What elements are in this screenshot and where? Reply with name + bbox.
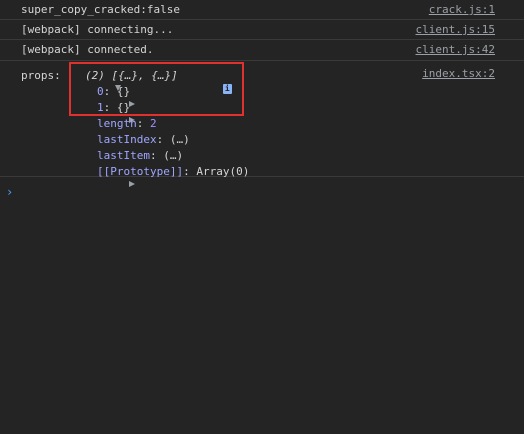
console-message-text: [webpack] connecting... [21, 23, 174, 36]
source-link[interactable]: client.js:15 [416, 23, 495, 36]
item-key: 1 [97, 101, 104, 114]
console-prompt-icon[interactable]: › [6, 185, 13, 199]
console-message-row: super_copy_cracked:false crack.js:1 [0, 0, 524, 20]
console-message-text: [webpack] connected. [21, 43, 154, 56]
source-link[interactable]: crack.js:1 [429, 3, 495, 16]
array-item[interactable]: 0: {} [97, 85, 130, 98]
array-item[interactable]: 1: {} [97, 101, 130, 114]
length-property: length: 2 [97, 117, 157, 130]
item-value: {} [116, 85, 131, 98]
prototype-property[interactable]: [[Prototype]]: Array(0) [97, 165, 249, 178]
console-panel: super_copy_cracked:false crack.js:1 [web… [0, 0, 524, 199]
last-item-property[interactable]: lastItem: (…) [97, 149, 183, 162]
collapsed-triangle-icon [128, 181, 135, 187]
item-value: {} [116, 101, 131, 114]
array-summary[interactable]: (2) [{…}, {…}] [85, 69, 178, 82]
last-index-property[interactable]: lastIndex: (…) [97, 133, 190, 146]
source-link[interactable]: client.js:42 [416, 43, 495, 56]
log-label: props: [21, 69, 61, 82]
console-object-row: props: index.tsx:2 (2) [{…}, {…}] i 0: {… [0, 61, 524, 187]
info-icon[interactable]: i [183, 69, 232, 108]
console-message-row: [webpack] connected. client.js:42 [0, 40, 524, 61]
console-message-text: super_copy_cracked:false [21, 3, 180, 16]
console-message-row: [webpack] connecting... client.js:15 [0, 20, 524, 40]
source-link[interactable]: index.tsx:2 [422, 67, 495, 80]
item-key: 0 [97, 85, 104, 98]
